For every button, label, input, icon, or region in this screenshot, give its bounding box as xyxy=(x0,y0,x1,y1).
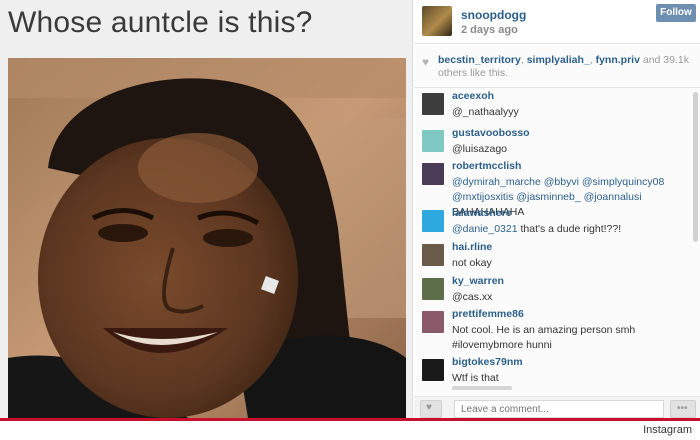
post-photo xyxy=(8,58,406,418)
comments-list: aceexoh @_nathaalyyy gustavoobosso @luis… xyxy=(414,90,692,390)
heart-icon: ♥ xyxy=(422,55,430,69)
more-icon: ••• xyxy=(677,403,688,414)
comment-username[interactable]: gustavoobosso xyxy=(452,127,530,139)
comment-footer: ♥ ••• xyxy=(414,396,700,418)
comment-text: Wtf is that xyxy=(452,372,499,384)
comment-text: @_nathaalyyy xyxy=(452,106,519,118)
liker-link[interactable]: simplyaliah_ xyxy=(527,54,590,66)
comment-username[interactable]: prettifemme86 xyxy=(452,308,524,320)
post-image-panel: Whose auntcle is this? xyxy=(0,0,413,418)
post-age: 2 days ago xyxy=(461,24,518,36)
comment-username[interactable]: ky_warren xyxy=(452,275,504,287)
comment-text: @danie_0321 that's a dude right!??! xyxy=(452,223,622,235)
comments-scrollbar[interactable] xyxy=(693,92,698,242)
more-options-button[interactable]: ••• xyxy=(670,400,696,418)
comment-text: Not cool. He is an amazing person smh #i… xyxy=(452,324,636,351)
post-caption: Whose auntcle is this? xyxy=(8,6,313,39)
commenter-avatar[interactable] xyxy=(422,359,444,381)
commenter-avatar[interactable] xyxy=(422,210,444,232)
commenter-avatar[interactable] xyxy=(422,278,444,300)
comment-text: @cas.xx xyxy=(452,291,493,303)
liker-link[interactable]: becstin_territory xyxy=(438,54,521,66)
post-header: snoopdogg 2 days ago Follow xyxy=(414,0,700,44)
profile-avatar[interactable] xyxy=(422,6,452,36)
source-credit: Instagram xyxy=(643,424,692,436)
comment-username[interactable]: robertmcclish xyxy=(452,160,521,172)
source-bar: Instagram xyxy=(0,421,700,440)
selfie-photo xyxy=(8,58,406,418)
comment-text: not okay xyxy=(452,257,492,269)
comment-username[interactable]: aceexoh xyxy=(452,90,494,102)
comment-input[interactable] xyxy=(454,400,664,418)
comment-username[interactable]: hai.rline xyxy=(452,241,492,253)
profile-username[interactable]: snoopdogg xyxy=(461,8,526,22)
commenter-avatar[interactable] xyxy=(422,93,444,115)
comment-text: @luisazago xyxy=(452,143,508,155)
heart-icon: ♥ xyxy=(426,402,432,413)
like-button[interactable]: ♥ xyxy=(420,400,442,418)
commenter-avatar[interactable] xyxy=(422,130,444,152)
liker-link[interactable]: fynn.priv xyxy=(596,54,640,66)
truncated-comment xyxy=(452,386,512,390)
commenter-avatar[interactable] xyxy=(422,311,444,333)
instagram-sidebar: snoopdogg 2 days ago Follow ♥ becstin_te… xyxy=(414,0,700,418)
likes-text: becstin_territory, simplyaliah_, fynn.pr… xyxy=(438,54,689,79)
follow-button[interactable]: Follow xyxy=(656,4,696,22)
commenter-avatar[interactable] xyxy=(422,163,444,185)
comment-username[interactable]: bigtokes79nm xyxy=(452,356,523,368)
commenter-avatar[interactable] xyxy=(422,244,444,266)
comment-username[interactable]: lalawashere xyxy=(452,207,512,219)
likes-summary: ♥ becstin_territory, simplyaliah_, fynn.… xyxy=(414,48,700,88)
